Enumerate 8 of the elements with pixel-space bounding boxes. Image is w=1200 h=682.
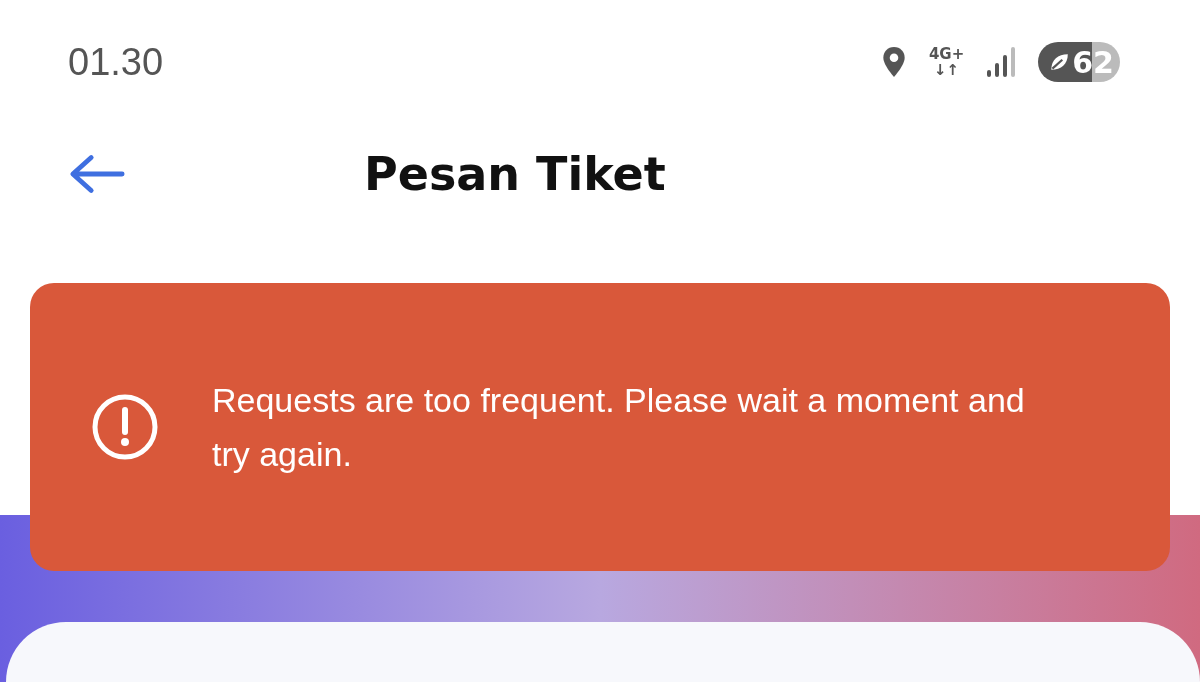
location-pin-icon (880, 46, 907, 78)
status-time: 01.30 (68, 40, 164, 84)
exclamation-icon (90, 392, 160, 462)
signal-icon (986, 46, 1017, 78)
error-message: Requests are too frequent. Please wait a moment and try again. (212, 380, 1026, 475)
back-arrow-icon[interactable] (68, 154, 126, 194)
network-indicator: 4G+ ↓↑ (928, 46, 965, 78)
page-title: Pesan Tiket (364, 147, 666, 201)
